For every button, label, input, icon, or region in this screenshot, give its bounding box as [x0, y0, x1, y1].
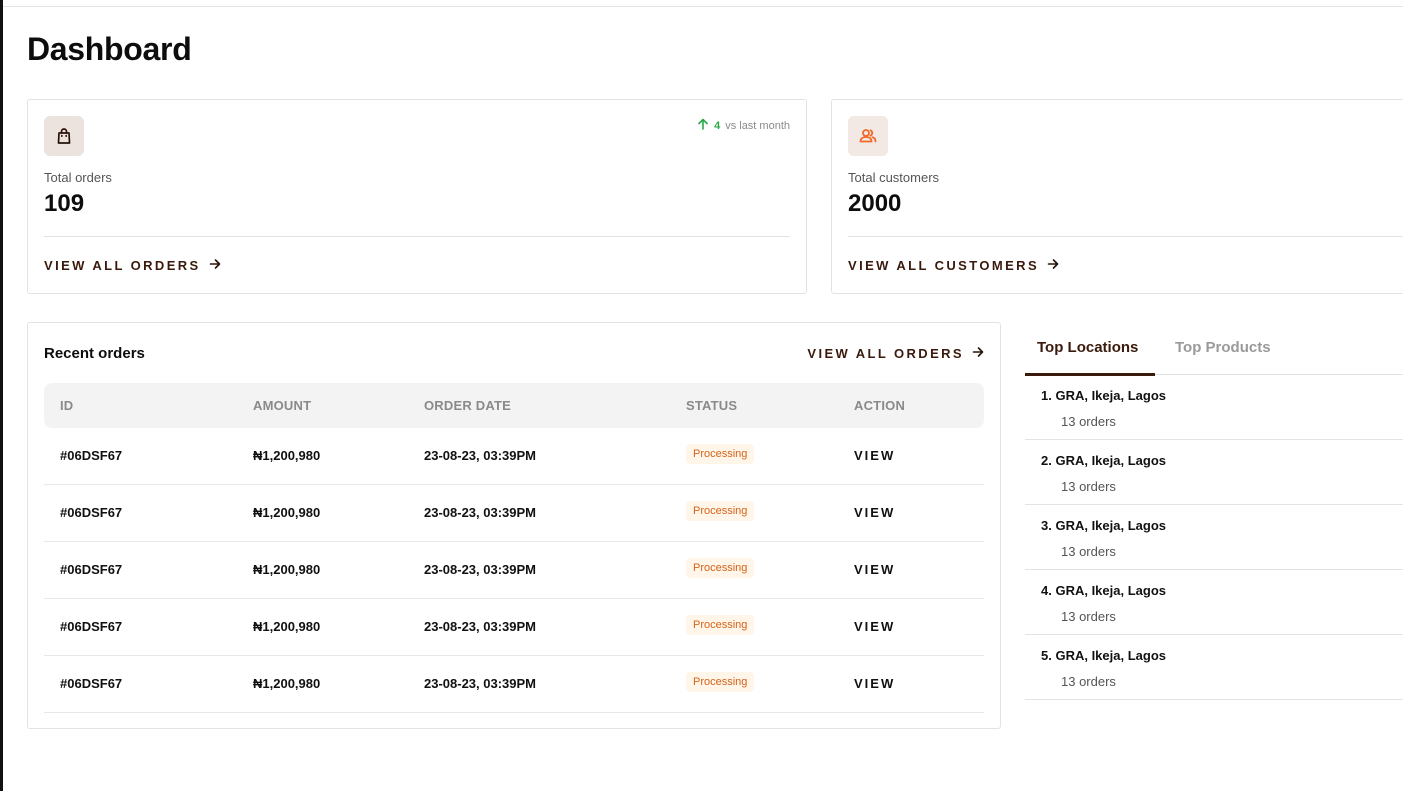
- shopping-bag-icon: [44, 116, 84, 156]
- order-amount: ₦1,200,980: [253, 619, 321, 634]
- order-id: #06DSF67: [60, 448, 123, 463]
- location-name: 4. GRA, Ikeja, Lagos: [1041, 583, 1166, 598]
- location-order-count: 13 orders: [1061, 544, 1116, 559]
- column-header-id: ID: [60, 398, 74, 413]
- order-date: 23-08-23, 03:39PM: [424, 448, 537, 463]
- view-all-orders-label: VIEW ALL ORDERS: [44, 258, 201, 273]
- total-customers-label: Total customers: [848, 170, 940, 185]
- status-badge: Processing: [686, 615, 755, 635]
- order-amount: ₦1,200,980: [253, 676, 321, 691]
- location-item[interactable]: 2. GRA, Ikeja, Lagos 13 orders: [1025, 440, 1403, 505]
- location-item[interactable]: 4. GRA, Ikeja, Lagos 13 orders: [1025, 570, 1403, 635]
- recent-orders-card: Recent orders VIEW ALL ORDERS ID AMOUNT …: [27, 322, 1001, 729]
- location-name: 2. GRA, Ikeja, Lagos: [1041, 453, 1166, 468]
- total-orders-label: Total orders: [44, 170, 112, 185]
- order-id: #06DSF67: [60, 619, 123, 634]
- status-badge: Processing: [686, 444, 755, 464]
- location-order-count: 13 orders: [1061, 479, 1116, 494]
- tab-top-locations[interactable]: Top Locations: [1037, 339, 1138, 356]
- recent-orders-title: Recent orders: [44, 345, 145, 362]
- view-order-button[interactable]: VIEW: [854, 505, 895, 520]
- order-amount: ₦1,200,980: [253, 448, 321, 463]
- location-item[interactable]: 1. GRA, Ikeja, Lagos 13 orders: [1025, 375, 1403, 440]
- tab-top-products[interactable]: Top Products: [1175, 339, 1271, 356]
- table-row: #06DSF67 ₦1,200,980 23-08-23, 03:39PM Pr…: [44, 428, 984, 485]
- users-icon: [848, 116, 888, 156]
- table-row: #06DSF67 ₦1,200,980 23-08-23, 03:39PM Pr…: [44, 656, 984, 713]
- page-title: Dashboard: [27, 31, 192, 67]
- total-orders-card: 4 vs last month Total orders 109 VIEW AL…: [27, 99, 807, 294]
- total-customers-value: 2000: [848, 190, 902, 217]
- order-id: #06DSF67: [60, 505, 123, 520]
- arrow-right-icon: [1047, 258, 1059, 273]
- table-header: ID AMOUNT ORDER DATE STATUS ACTION: [44, 383, 984, 428]
- location-name: 5. GRA, Ikeja, Lagos: [1041, 648, 1166, 663]
- card-divider: [44, 236, 790, 237]
- location-order-count: 13 orders: [1061, 414, 1116, 429]
- arrow-up-icon: [697, 118, 709, 133]
- order-amount: ₦1,200,980: [253, 562, 321, 577]
- card-divider: [848, 236, 1403, 237]
- location-item[interactable]: 5. GRA, Ikeja, Lagos 13 orders: [1025, 635, 1403, 700]
- total-customers-card: Total customers 2000 VIEW ALL CUSTOMERS: [831, 99, 1403, 294]
- status-badge: Processing: [686, 501, 755, 521]
- location-item[interactable]: 3. GRA, Ikeja, Lagos 13 orders: [1025, 505, 1403, 570]
- column-header-status: STATUS: [686, 398, 738, 413]
- status-badge: Processing: [686, 558, 755, 578]
- table-row: #06DSF67 ₦1,200,980 23-08-23, 03:39PM Pr…: [44, 542, 984, 599]
- trend-text: vs last month: [725, 119, 790, 132]
- view-order-button[interactable]: VIEW: [854, 619, 895, 634]
- window-edge: [0, 0, 3, 791]
- view-all-customers-link[interactable]: VIEW ALL CUSTOMERS: [848, 258, 1059, 273]
- view-order-button[interactable]: VIEW: [854, 562, 895, 577]
- order-date: 23-08-23, 03:39PM: [424, 562, 537, 577]
- table-row: #06DSF67 ₦1,200,980 23-08-23, 03:39PM Pr…: [44, 599, 984, 656]
- location-order-count: 13 orders: [1061, 609, 1116, 624]
- orders-trend: 4 vs last month: [697, 118, 790, 133]
- location-order-count: 13 orders: [1061, 674, 1116, 689]
- order-date: 23-08-23, 03:39PM: [424, 619, 537, 634]
- order-date: 23-08-23, 03:39PM: [424, 505, 537, 520]
- view-order-button[interactable]: VIEW: [854, 448, 895, 463]
- view-all-orders-link[interactable]: VIEW ALL ORDERS: [44, 258, 221, 273]
- top-tabs: Top Locations Top Products: [1025, 324, 1403, 376]
- arrow-right-icon: [972, 346, 984, 361]
- order-id: #06DSF67: [60, 562, 123, 577]
- table-row: #06DSF67 ₦1,200,980 23-08-23, 03:39PM Pr…: [44, 485, 984, 542]
- location-name: 3. GRA, Ikeja, Lagos: [1041, 518, 1166, 533]
- view-all-customers-label: VIEW ALL CUSTOMERS: [848, 258, 1040, 273]
- view-all-orders-label: VIEW ALL ORDERS: [807, 346, 964, 361]
- order-amount: ₦1,200,980: [253, 505, 321, 520]
- column-header-order-date: ORDER DATE: [424, 398, 511, 413]
- column-header-amount: AMOUNT: [253, 398, 312, 413]
- status-badge: Processing: [686, 672, 755, 692]
- location-name: 1. GRA, Ikeja, Lagos: [1041, 388, 1166, 403]
- top-divider: [3, 6, 1403, 7]
- trend-value: 4: [714, 119, 721, 132]
- total-orders-value: 109: [44, 190, 85, 217]
- order-date: 23-08-23, 03:39PM: [424, 676, 537, 691]
- view-order-button[interactable]: VIEW: [854, 676, 895, 691]
- view-all-orders-link[interactable]: VIEW ALL ORDERS: [807, 346, 984, 361]
- order-id: #06DSF67: [60, 676, 123, 691]
- arrow-right-icon: [209, 258, 221, 273]
- column-header-action: ACTION: [854, 398, 906, 413]
